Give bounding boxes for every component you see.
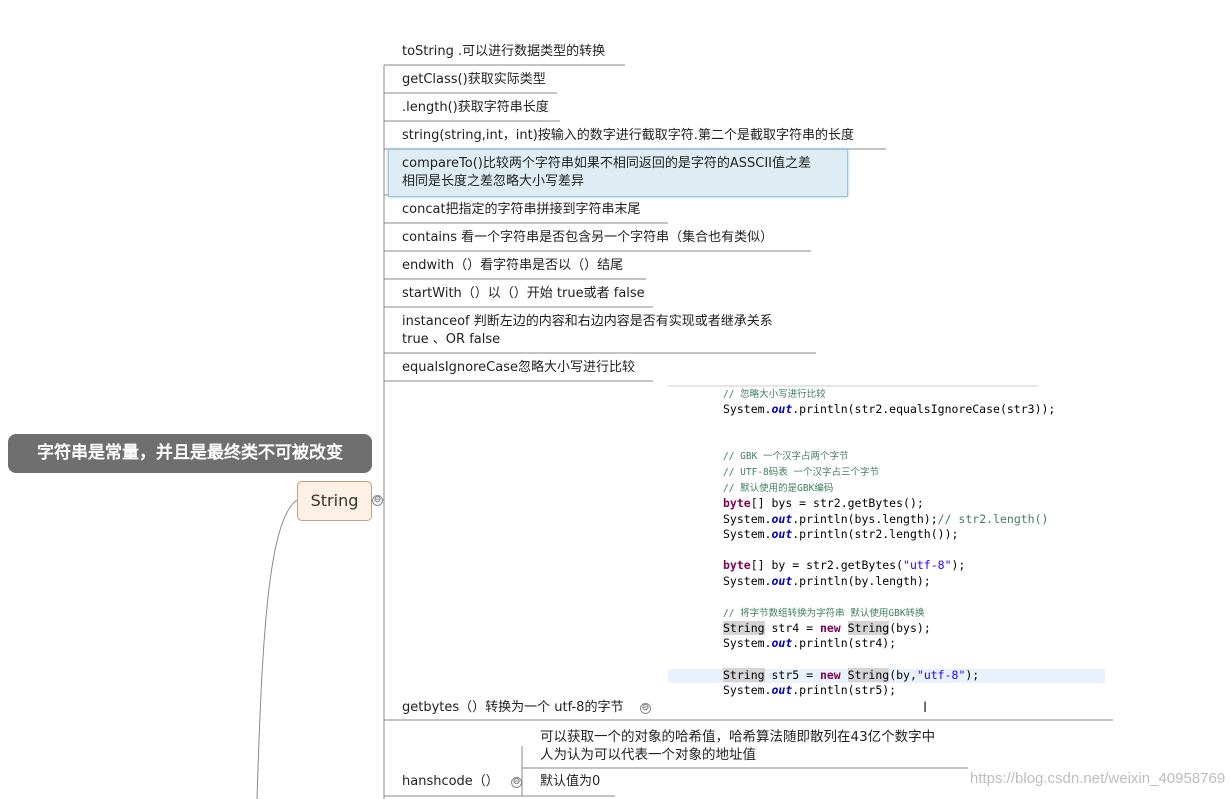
code-line-6: // UTF-8码表 一个汉字占三个字节: [723, 467, 879, 478]
collapse-hashcode-icon[interactable]: ⊖: [511, 777, 522, 788]
hashcode-desc-line2: 人为认为可以代表一个对象的地址值: [540, 747, 756, 763]
code-line-12: byte[] by = str2.getBytes("utf-8");: [723, 558, 966, 572]
topic-contains[interactable]: contains 看一个字符串是否包含另一个字符串（集合也有类似）: [402, 229, 773, 247]
topic-tostring[interactable]: toString .可以进行数据类型的转换: [402, 43, 605, 61]
code-line-10: System.out.println(str2.length());: [723, 527, 959, 541]
code-snippet-image: // 忽略大小写进行比较 System.out.println(str2.equ…: [668, 386, 1108, 712]
topic-getbytes[interactable]: getbytes（）转换为一个 utf-8的字节: [402, 699, 623, 717]
root-topic[interactable]: 字符串是常量，并且是最终类不可被改变: [8, 434, 372, 473]
code-line-1: // 忽略大小写进行比较: [723, 389, 826, 400]
code-line-5: // GBK 一个汉字占两个字节: [723, 451, 849, 462]
code-line-17: System.out.println(str4);: [723, 636, 897, 650]
topic-equalsignorecase[interactable]: equalsIgnoreCase忽略大小写进行比较: [402, 359, 635, 377]
code-line-16: String str4 = new String(bys);: [723, 621, 931, 635]
topic-compareto[interactable]: compareTo()比较两个字符串如果不相同返回的是字符的ASSCII值之差 …: [402, 155, 811, 191]
topic-length[interactable]: .length()获取字符串长度: [402, 99, 549, 117]
code-line-20: System.out.println(str5);: [723, 683, 897, 697]
hashcode-desc[interactable]: 可以获取一个的对象的哈希值，哈希算法随即散列在43亿个数字中 人为认为可以代表一…: [540, 728, 935, 764]
hashcode-desc-line1: 可以获取一个的对象的哈希值，哈希算法随即散列在43亿个数字中: [540, 729, 936, 745]
code-line-13: System.out.println(by.length);: [723, 574, 931, 588]
topic-instanceof[interactable]: instanceof 判断左边的内容和右边内容是否有实现或者继承关系 true …: [402, 313, 773, 349]
collapse-getbytes-icon[interactable]: ⊖: [640, 703, 651, 714]
code-line-19: String str5 = new String(by,"utf-8");: [723, 668, 980, 682]
text-cursor-icon: I: [923, 700, 928, 716]
string-topic[interactable]: String: [297, 481, 372, 521]
hashcode-default[interactable]: 默认值为0: [540, 773, 600, 791]
topic-instanceof-line1: instanceof 判断左边的内容和右边内容是否有实现或者继承关系: [402, 314, 773, 329]
topic-compareto-line2: 相同是长度之差忽略大小写差异: [402, 174, 585, 189]
topic-endwith[interactable]: endwith（）看字符串是否以（）结尾: [402, 257, 623, 275]
code-line-8: byte[] bys = str2.getBytes();: [723, 496, 924, 510]
topic-concat[interactable]: concat把指定的字符串拼接到字符串末尾: [402, 201, 641, 219]
code-line-9: System.out.println(bys.length);// str2.l…: [723, 512, 1049, 526]
code-line-15: // 将字节数组转换为字符串 默认使用GBK转换: [723, 608, 925, 619]
code-line-2: System.out.println(str2.equalsIgnoreCase…: [723, 402, 1056, 416]
topic-instanceof-line2: true 、OR false: [402, 332, 501, 347]
code-line-7: // 默认使用的是GBK编码: [723, 483, 834, 494]
topic-hashcode[interactable]: hanshcode（）: [402, 773, 499, 791]
topic-startwith[interactable]: startWith（）以（）开始 true或者 false: [402, 285, 645, 303]
collapse-string-icon[interactable]: ⊖: [372, 495, 383, 506]
watermark: https://blog.csdn.net/weixin_40958769: [970, 770, 1226, 787]
topic-substring[interactable]: string(string,int，int)按输入的数字进行截取字符.第二个是截…: [402, 127, 854, 145]
topic-getclass[interactable]: getClass()获取实际类型: [402, 71, 546, 89]
topic-compareto-line1: compareTo()比较两个字符串如果不相同返回的是字符的ASSCII值之差: [402, 156, 812, 171]
